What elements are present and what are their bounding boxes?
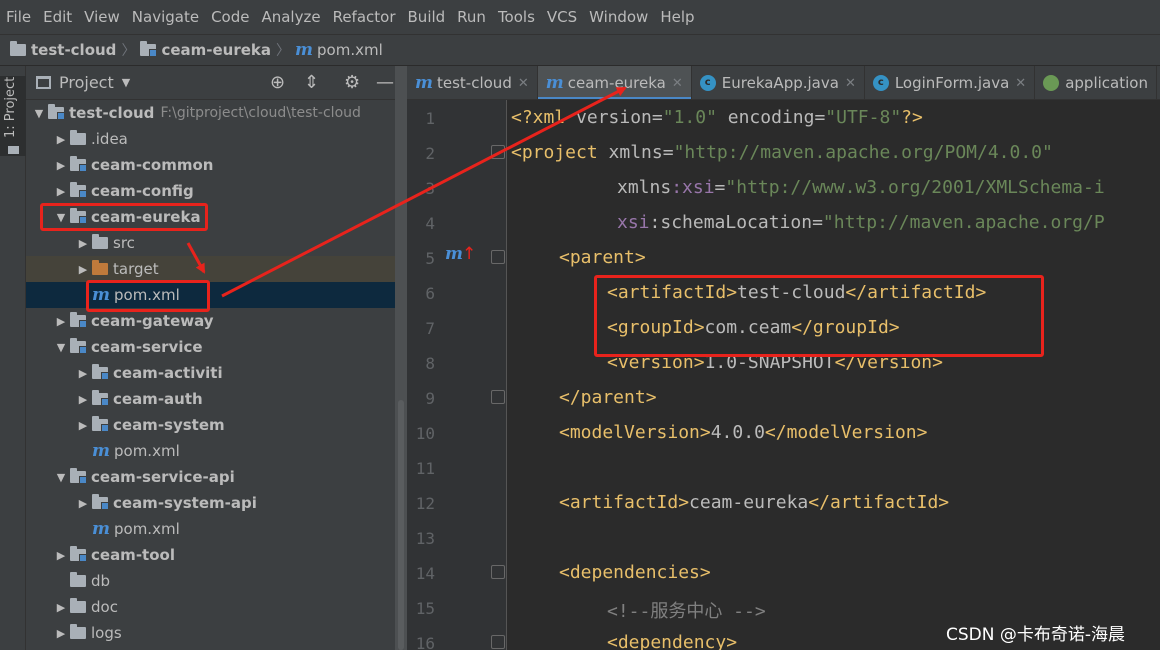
annotation-arrow-to-tab: [221, 86, 627, 298]
annotation-arrow-down: [186, 242, 206, 274]
annotation-arrows: [186, 86, 627, 298]
watermark: CSDN @卡布奇诺-海晨: [946, 625, 1126, 645]
